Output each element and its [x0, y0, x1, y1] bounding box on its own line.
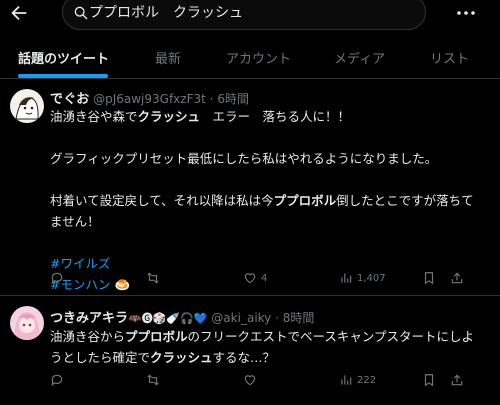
- search-tabs: 話題のツイート 最新 アカウント メディア リスト: [0, 36, 500, 79]
- views-count: 1,407: [357, 273, 386, 284]
- text-line: うとしたら確定でクラッシュするな…？: [50, 347, 490, 368]
- user-handle[interactable]: @aki_aiky: [211, 311, 271, 325]
- text-segment: 油湧き谷から: [50, 329, 126, 344]
- bookmark-icon: [424, 374, 434, 387]
- reply-icon: [51, 272, 63, 285]
- text-line: グラフィックプリセット最低にしたら私はやれるようになりました。: [50, 148, 490, 169]
- share-icon: [451, 374, 463, 386]
- tab-accounts[interactable]: アカウント: [226, 36, 296, 78]
- views-icon: [341, 273, 352, 283]
- timestamp[interactable]: 8時間: [283, 311, 315, 325]
- share-icon: [451, 272, 463, 284]
- separator-dot: ·: [275, 311, 279, 325]
- highlighted-keyword: クラッシュ: [150, 350, 213, 365]
- tab-label: 最新: [155, 52, 182, 67]
- text-line: 油湧き谷や森でクラッシュ エラー 落ちる人に！！: [50, 106, 490, 127]
- name-emoji: 🦇🅖🎲🍼🎧💙: [128, 312, 208, 325]
- like-count: 4: [261, 273, 268, 284]
- tab-label: 話題のツイート: [18, 52, 110, 67]
- text-segment: 倒したとこですが落ちて: [336, 193, 474, 208]
- text-line: 村着いて設定戻して、それ以降は私は今ププロボル倒したとこですが落ちて: [50, 190, 490, 211]
- retweet-icon: [147, 272, 159, 284]
- text-segment: 油湧き谷や森で: [50, 109, 138, 124]
- tweet-header: でぐお @pJ6awj93GfxzF3t · 6時間: [50, 88, 249, 107]
- tab-label: メディア: [334, 52, 386, 67]
- avatar[interactable]: [10, 89, 44, 123]
- back-arrow-icon[interactable]: [8, 2, 34, 28]
- tweet-header: つきみアキラ🦇🅖🎲🍼🎧💙 @aki_aiky · 8時間: [50, 307, 314, 326]
- text-segment: うとしたら確定で: [50, 350, 151, 365]
- highlighted-keyword: ププロボル: [273, 193, 337, 208]
- more-options-icon[interactable]: [456, 3, 476, 23]
- tweet[interactable]: つきみアキラ🦇🅖🎲🍼🎧💙 @aki_aiky · 8時間 油湧き谷からププロボル…: [0, 296, 500, 405]
- avatar[interactable]: [10, 306, 44, 340]
- search-icon: [74, 6, 88, 20]
- display-name[interactable]: でぐお: [50, 92, 89, 107]
- tweet-actions: 4 1,407: [50, 269, 490, 289]
- timestamp[interactable]: 6時間: [217, 92, 249, 106]
- display-name[interactable]: つきみアキラ: [50, 311, 128, 326]
- bookmark-icon: [424, 272, 434, 285]
- tab-label: リスト: [430, 52, 470, 67]
- heart-icon: [244, 375, 256, 386]
- text-segment: 村着いて設定戻して、それ以降は私は今: [50, 193, 274, 208]
- tab-top[interactable]: 話題のツイート: [18, 36, 110, 78]
- tweet-text: 油湧き谷や森でクラッシュ エラー 落ちる人に！！ グラフィックプリセット最低にし…: [50, 106, 490, 295]
- tab-label: アカウント: [226, 52, 292, 67]
- text-segment: エラー 落ちる人に！！: [200, 109, 351, 124]
- retweet-icon: [147, 374, 159, 386]
- search-box[interactable]: [62, 0, 426, 30]
- highlighted-keyword: ププロボル: [125, 329, 188, 344]
- user-handle[interactable]: @pJ6awj93GfxzF3t: [93, 92, 206, 106]
- separator-dot: ·: [209, 92, 214, 106]
- views-count: 222: [357, 375, 377, 386]
- text-line: 油湧き谷からププロボルのフリークエストでベースキャンプスタートにしよ: [50, 326, 490, 347]
- text-line: ません！: [50, 211, 490, 232]
- tab-latest[interactable]: 最新: [155, 36, 195, 78]
- active-tab-indicator: [18, 74, 108, 78]
- tweet-text: 油湧き谷からププロボルのフリークエストでベースキャンプスタートにしよ うとしたら…: [50, 326, 490, 368]
- text-segment: ません！: [50, 214, 100, 229]
- tab-lists[interactable]: リスト: [430, 36, 470, 78]
- search-input[interactable]: [89, 1, 409, 23]
- text-segment: のフリークエストでベースキャンプスタートにしよ: [187, 329, 475, 344]
- tab-media[interactable]: メディア: [334, 36, 394, 78]
- highlighted-keyword: クラッシュ: [137, 109, 201, 124]
- tweet[interactable]: でぐお @pJ6awj93GfxzF3t · 6時間 油湧き谷や森でクラッシュ …: [0, 79, 500, 296]
- reply-icon: [51, 374, 63, 387]
- heart-icon: [244, 273, 256, 284]
- text-segment: グラフィックプリセット最低にしたら私はやれるようになりました。: [50, 151, 438, 166]
- views-icon: [341, 375, 352, 385]
- text-segment: するな…？: [212, 350, 276, 365]
- top-bar: [0, 0, 500, 36]
- tweet-actions: 222: [50, 371, 490, 391]
